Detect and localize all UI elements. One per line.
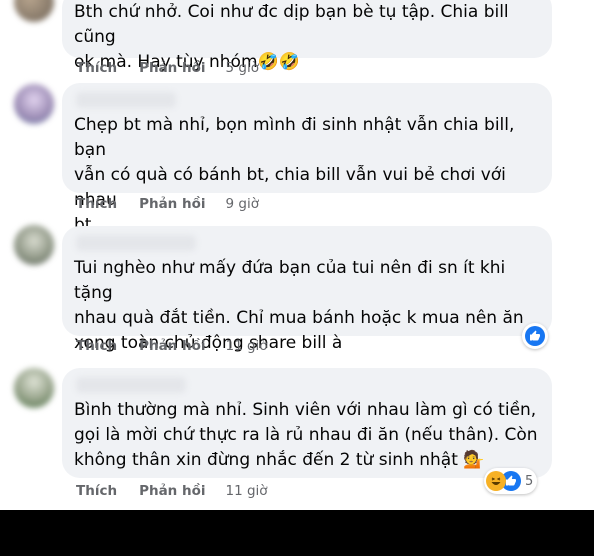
like-button[interactable]: Thích [76, 60, 117, 76]
comment-bubble: Chẹp bt mà nhỉ, bọn mình đi sinh nhật vẫ… [62, 83, 552, 235]
comment-text: Chẹp bt mà nhỉ, bọn mình đi sinh nhật vẫ… [74, 115, 515, 235]
like-icon [525, 326, 545, 346]
comment-text: Bình thường mà nhỉ. Sinh viên với nhau l… [74, 400, 538, 470]
avatar[interactable] [14, 225, 54, 265]
author-name-blurred[interactable] [76, 92, 176, 108]
author-name-blurred[interactable] [76, 235, 196, 251]
comment-bubble: Bth chứ nhở. Coi như đc dịp bạn bè tụ tậ… [62, 0, 552, 72]
haha-icon [486, 471, 506, 491]
comment-actions: Thích Phản hồi 5 giờ [76, 58, 259, 78]
like-button[interactable]: Thích [76, 483, 117, 499]
like-button[interactable]: Thích [76, 338, 117, 354]
comment-timestamp[interactable]: 11 giờ [226, 338, 268, 354]
comment-bubble: Tui nghèo như mấy đứa bạn của tui nên đi… [62, 226, 552, 353]
reply-button[interactable]: Phản hồi [139, 60, 205, 76]
author-name-blurred[interactable] [76, 377, 186, 393]
comment-timestamp[interactable]: 11 giờ [226, 483, 268, 499]
comment-timestamp[interactable]: 9 giờ [226, 196, 259, 212]
avatar[interactable] [14, 84, 54, 124]
reply-button[interactable]: Phản hồi [139, 196, 205, 212]
avatar[interactable] [14, 0, 54, 22]
comment-actions: Thích Phản hồi 9 giờ [76, 194, 259, 214]
reaction-badge[interactable]: 5 [484, 468, 538, 494]
reaction-count: 5 [525, 473, 534, 489]
letterbox-bar [0, 510, 594, 556]
like-button[interactable]: Thích [76, 196, 117, 212]
comment-bubble: Bình thường mà nhỉ. Sinh viên với nhau l… [62, 368, 552, 478]
reaction-badge[interactable] [522, 323, 548, 349]
avatar[interactable] [14, 368, 54, 408]
comment-actions: Thích Phản hồi 11 giờ [76, 481, 268, 501]
reply-button[interactable]: Phản hồi [139, 483, 205, 499]
reply-button[interactable]: Phản hồi [139, 338, 205, 354]
comment-timestamp[interactable]: 5 giờ [226, 60, 259, 76]
comment-actions: Thích Phản hồi 11 giờ [76, 336, 268, 356]
